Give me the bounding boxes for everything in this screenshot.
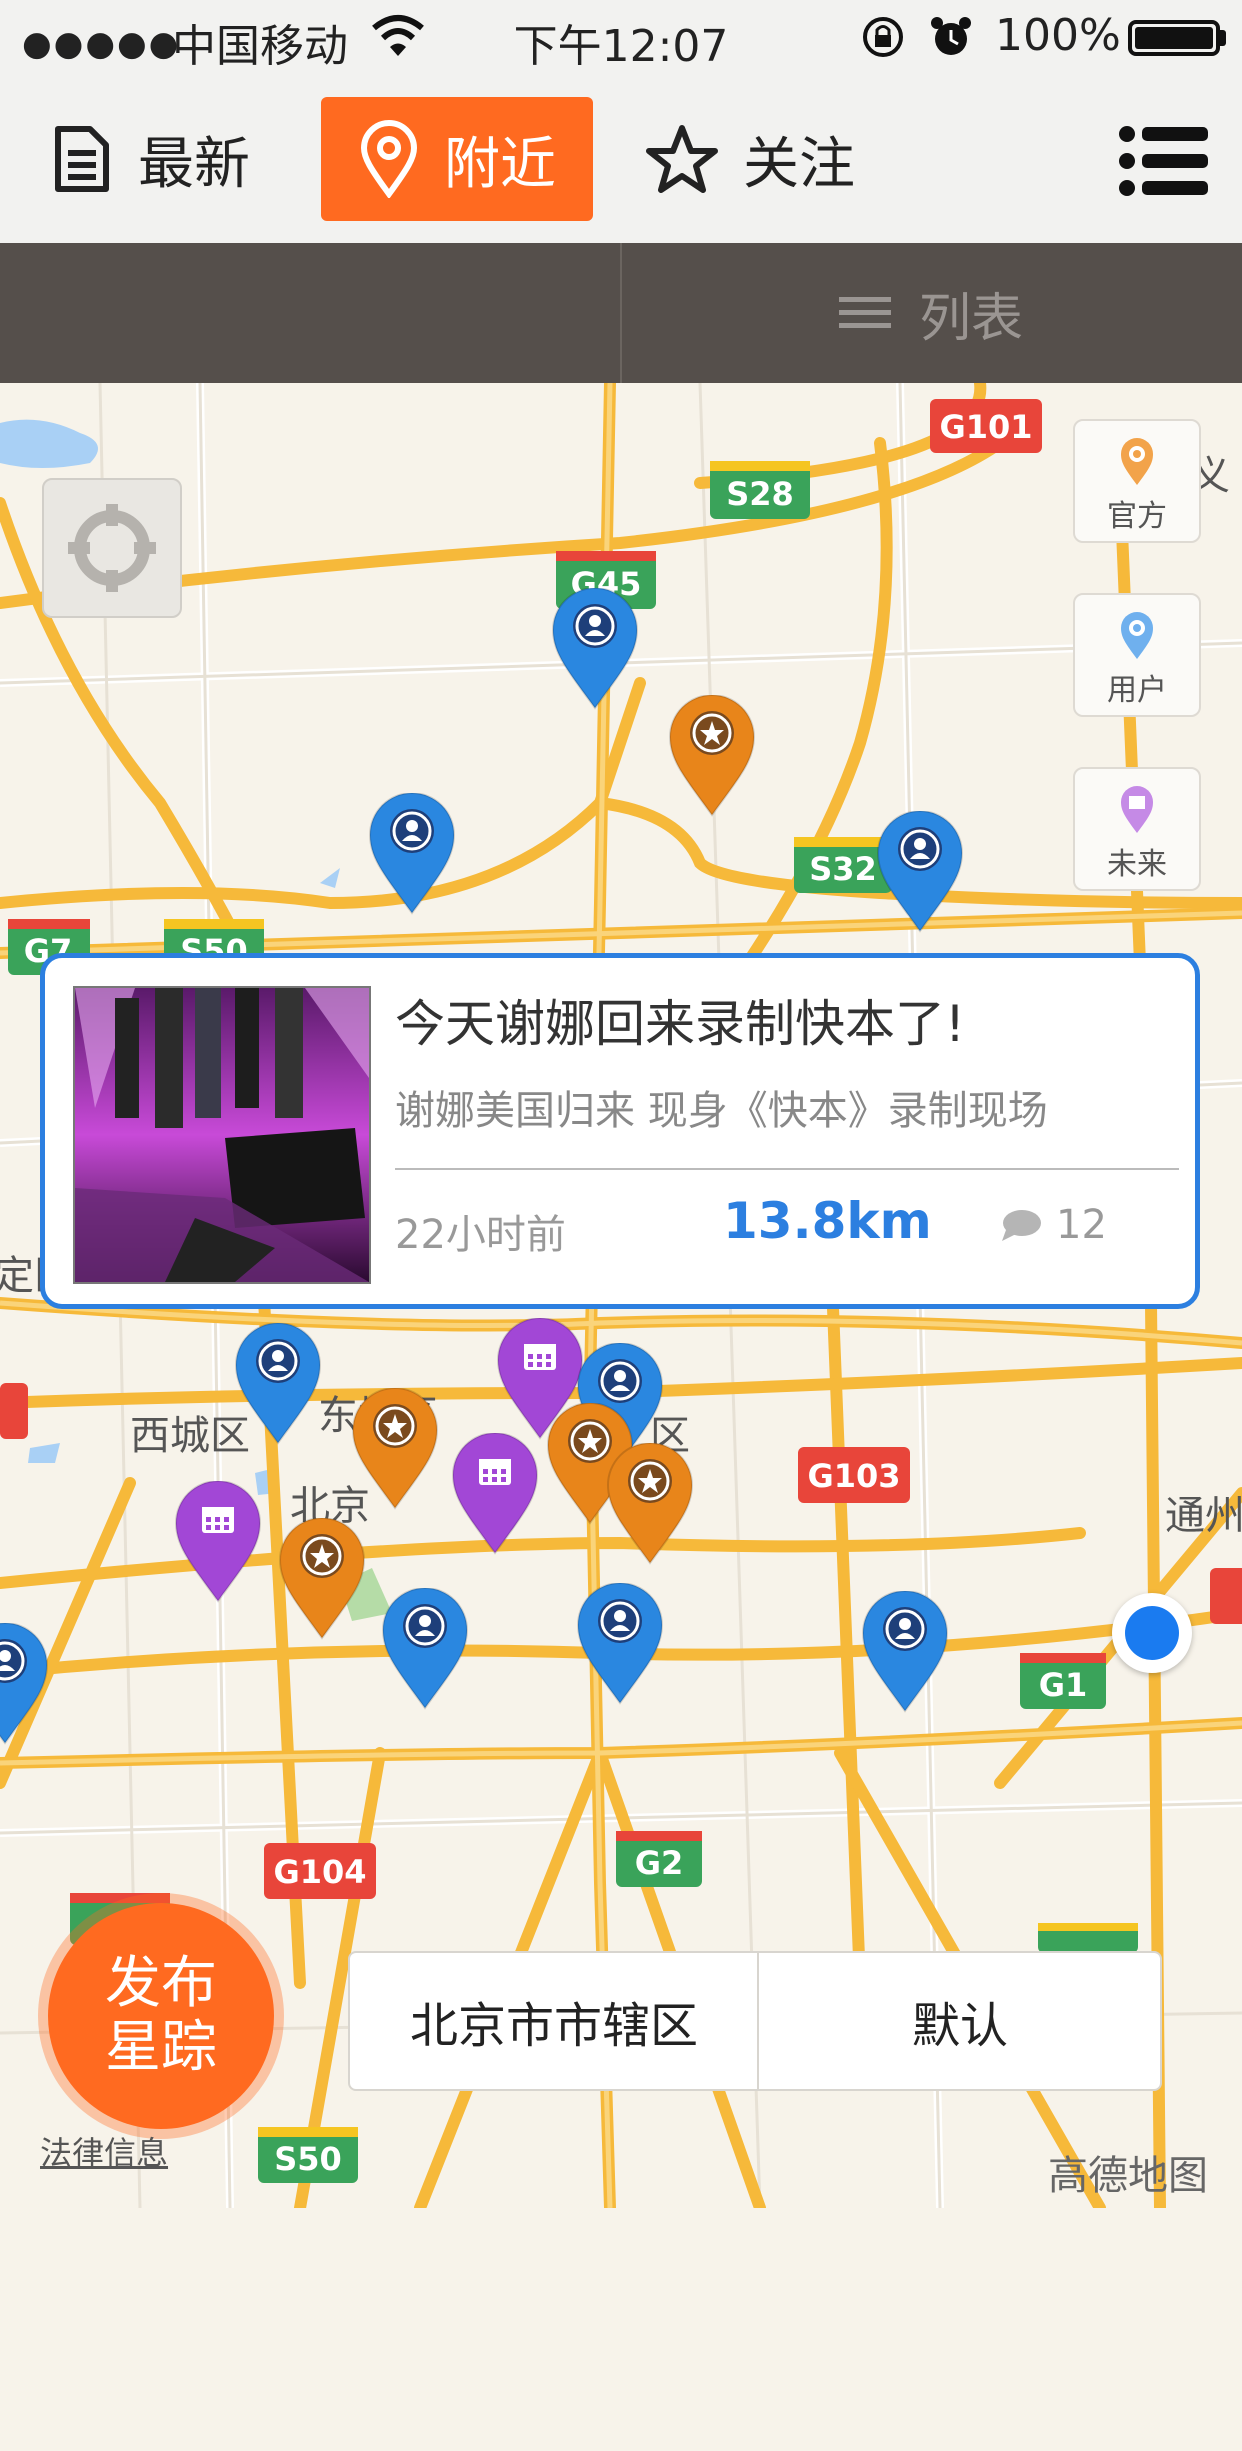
battery-tip <box>1220 30 1226 46</box>
official-pin-icon <box>351 1387 439 1510</box>
user-map-pin[interactable] <box>874 810 966 933</box>
official-map-pin[interactable] <box>276 1517 368 1640</box>
segment-list-label: 列表 <box>918 288 1023 349</box>
user-pin-icon <box>0 1622 49 1745</box>
shield-g104: G104 <box>264 1843 376 1899</box>
filter-user[interactable]: 用户 <box>1073 593 1201 717</box>
official-map-pin[interactable] <box>349 1387 441 1510</box>
rotation-lock-icon <box>863 17 903 57</box>
official-pin-icon <box>668 694 756 817</box>
user-map-pin[interactable] <box>859 1590 951 1713</box>
post-time-ago: 22小时前 <box>395 1212 566 1258</box>
svg-text:S28: S28 <box>726 475 794 513</box>
tab-follow[interactable]: 关注 <box>645 97 855 221</box>
official-pin-icon <box>1121 438 1153 485</box>
official-pin-icon <box>606 1442 694 1565</box>
segment-list[interactable]: 列表 <box>621 243 1241 383</box>
battery-level <box>1135 27 1213 49</box>
user-pin-icon <box>876 810 964 933</box>
user-map-pin[interactable] <box>574 1582 666 1705</box>
svg-text:G1: G1 <box>1039 1666 1088 1704</box>
user-pin-icon <box>861 1590 949 1713</box>
official-map-pin[interactable] <box>666 694 758 817</box>
stage-photo-image <box>75 988 369 1282</box>
future-map-pin[interactable] <box>449 1432 541 1555</box>
filter-future[interactable]: 未来 <box>1073 767 1201 891</box>
user-pin-icon <box>381 1587 469 1710</box>
official-pin-icon <box>278 1517 366 1640</box>
comment-count-value: 12 <box>1056 1202 1107 1248</box>
user-pin-icon <box>234 1322 322 1445</box>
map-view[interactable]: G101 S28 G45 S32 G7 S50 G103 G1 G104 G2 … <box>0 383 1242 2208</box>
publish-label-line2: 星踪 <box>105 2015 217 2080</box>
list-icon <box>838 297 891 328</box>
svg-text:S50: S50 <box>274 2140 342 2178</box>
user-pin-icon <box>1121 612 1153 659</box>
user-pin-icon <box>576 1582 664 1705</box>
post-popup-card[interactable]: 今天谢娜回来录制快本了! 谢娜美国归来 现身《快本》录制现场 22小时前 13.… <box>40 953 1200 1309</box>
tab-nearby-label: 附近 <box>444 131 556 197</box>
filter-future-label: 未来 <box>1107 847 1167 882</box>
future-pin-icon <box>174 1480 262 1603</box>
location-pin-icon <box>360 120 418 198</box>
filter-official[interactable]: 官方 <box>1073 419 1201 543</box>
sort-selector[interactable]: 默认 <box>760 1953 1160 2089</box>
post-thumbnail[interactable] <box>73 986 371 1284</box>
svg-text:S32: S32 <box>809 850 877 888</box>
comment-count[interactable]: 12 <box>1000 1202 1107 1248</box>
status-bar: ●●●●● 中国移动 下午12:07 100% <box>0 0 1242 75</box>
user-pin-icon <box>368 792 456 915</box>
alarm-icon <box>931 17 971 55</box>
shield-g2: G2 <box>616 1831 702 1887</box>
shield-g101: G101 <box>930 399 1042 453</box>
map-attribution: 高德地图 <box>1048 2153 1208 2199</box>
future-map-pin[interactable] <box>172 1480 264 1603</box>
region-sort-bar: 北京市市辖区 默认 <box>348 1951 1162 2091</box>
user-map-pin[interactable] <box>366 792 458 915</box>
user-map-pin[interactable] <box>379 1587 471 1710</box>
current-location-dot <box>1112 1593 1192 1673</box>
user-map-pin[interactable] <box>549 587 641 710</box>
filter-official-label: 官方 <box>1107 499 1167 534</box>
svg-text:G103: G103 <box>807 1457 900 1495</box>
locate-me-button[interactable] <box>42 478 182 618</box>
future-pin-icon <box>1121 786 1153 833</box>
view-toggle: 地图 列表 <box>0 243 1242 2451</box>
publish-label-line1: 发布 <box>105 1951 217 2016</box>
filter-user-label: 用户 <box>1107 673 1167 708</box>
battery-icon <box>1128 20 1220 56</box>
tab-follow-label: 关注 <box>743 131 855 197</box>
comment-bubble-icon <box>1002 1210 1041 1241</box>
user-map-pin[interactable] <box>0 1622 51 1745</box>
map-label-tongzhou: 通州 <box>1165 1493 1242 1539</box>
user-map-pin[interactable] <box>232 1322 324 1445</box>
user-pin-icon <box>551 587 639 710</box>
popup-divider <box>395 1168 1179 1170</box>
document-icon <box>55 126 109 192</box>
post-distance: 13.8km <box>723 1192 932 1250</box>
publish-button[interactable]: 发布 星踪 <box>48 1903 274 2129</box>
crosshair-icon <box>68 504 156 592</box>
tab-latest[interactable]: 最新 <box>50 97 250 221</box>
official-map-pin[interactable] <box>604 1442 696 1565</box>
shield-g1: G1 <box>1020 1653 1106 1709</box>
battery-percent: 100% <box>995 10 1121 61</box>
shield-s50-bottom: S50 <box>258 2127 358 2183</box>
shield-g103: G103 <box>798 1447 910 1503</box>
svg-text:G2: G2 <box>635 1844 684 1882</box>
legal-info-link[interactable]: 法律信息 <box>40 2128 168 2174</box>
tab-latest-label: 最新 <box>138 131 250 197</box>
tab-nearby[interactable]: 附近 <box>321 97 593 221</box>
star-icon <box>646 125 718 193</box>
svg-text:G104: G104 <box>273 1853 366 1891</box>
region-selector[interactable]: 北京市市辖区 <box>350 1953 758 2089</box>
post-subtitle: 谢娜美国归来 现身《快本》录制现场 <box>395 1088 1048 1134</box>
post-title: 今天谢娜回来录制快本了! <box>395 995 966 1053</box>
shield-s28: S28 <box>710 461 810 519</box>
region-divider <box>757 1953 759 2089</box>
svg-text:G101: G101 <box>939 408 1032 446</box>
menu-icon[interactable] <box>1118 125 1210 197</box>
top-navigation: 最新 附近 关注 <box>0 75 1242 243</box>
future-pin-icon <box>451 1432 539 1555</box>
